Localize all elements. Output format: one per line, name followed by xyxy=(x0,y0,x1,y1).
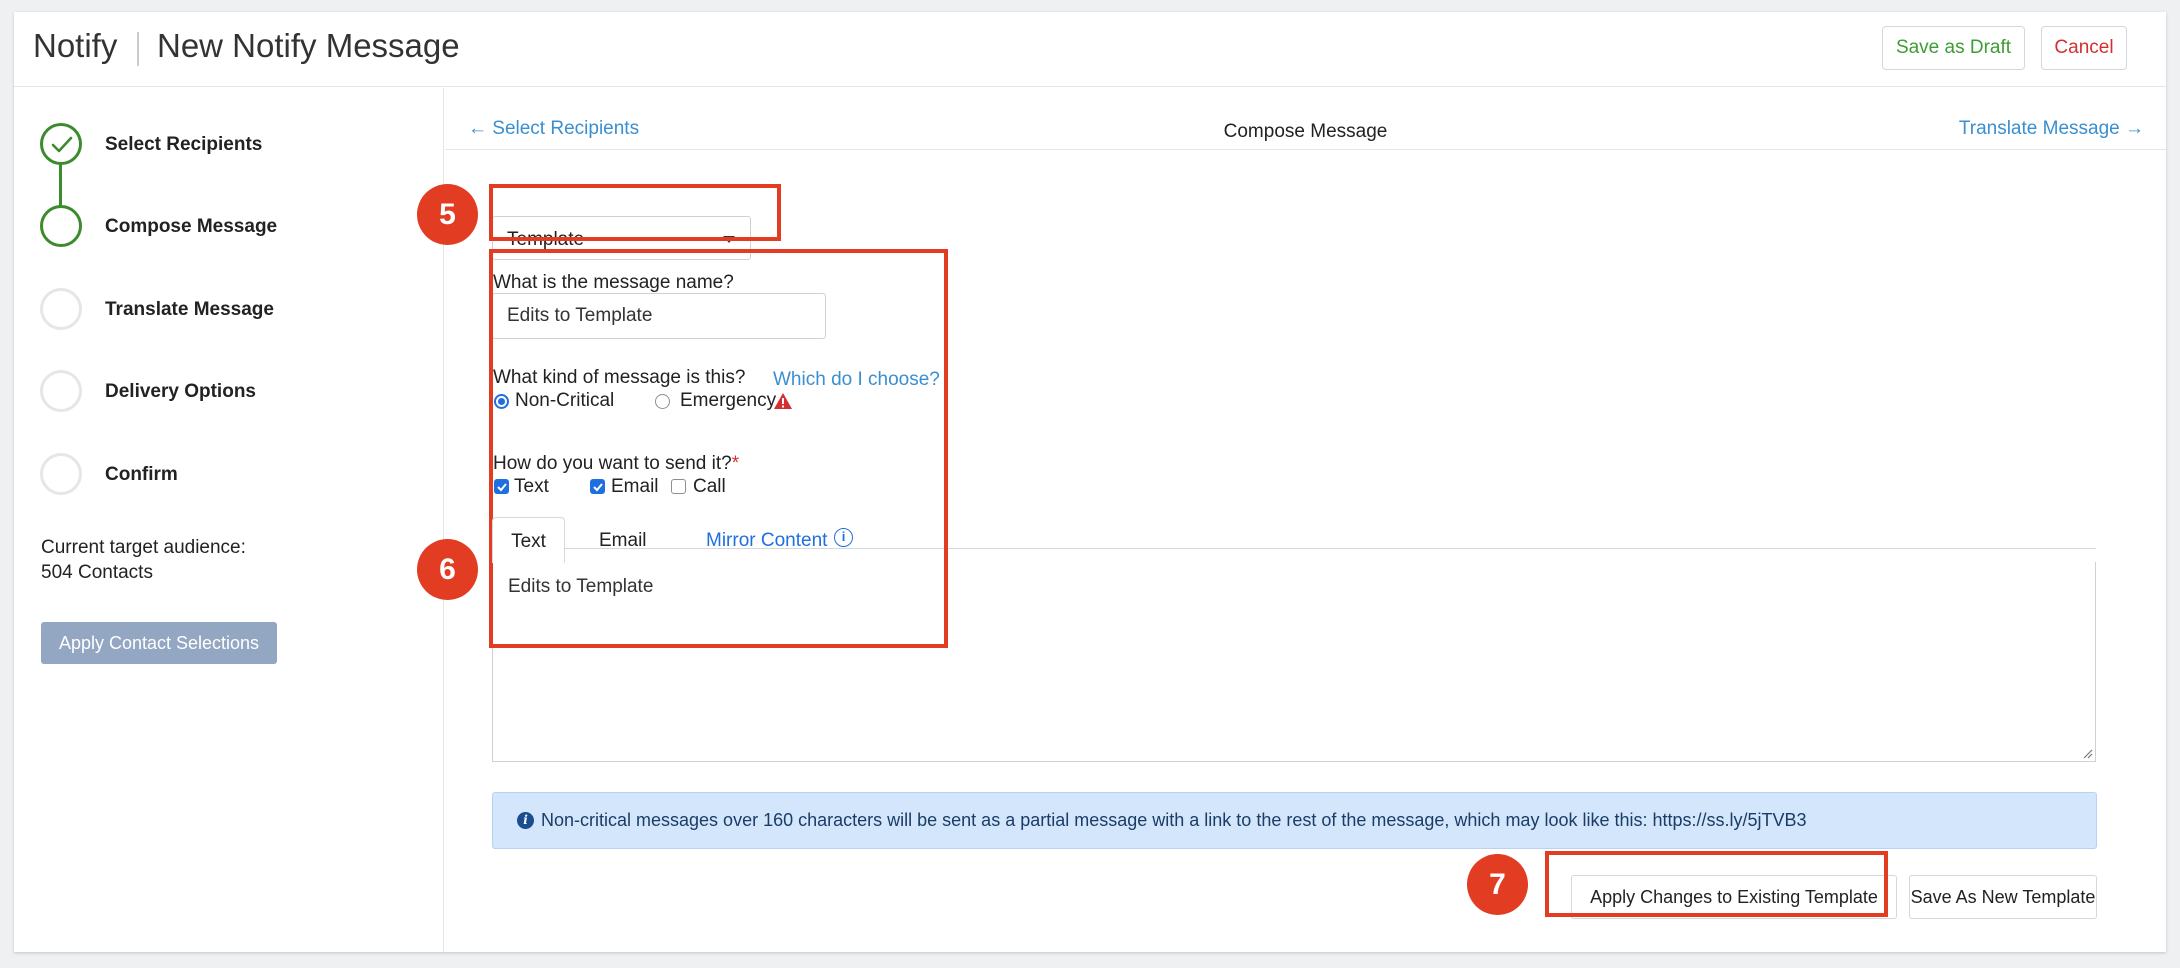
message-body-text: Edits to Template xyxy=(508,576,654,597)
step-pending-circle xyxy=(40,370,82,412)
step-label: Translate Message xyxy=(105,299,274,320)
step-pending-circle xyxy=(40,288,82,330)
email-checkbox-label: Email xyxy=(611,476,659,497)
main-card: Notify New Notify Message Save as Draft … xyxy=(14,12,2166,952)
which-do-i-choose-link[interactable]: Which do I choose? xyxy=(773,369,940,391)
compose-panel: ← Select Recipients Compose Message Tran… xyxy=(445,88,2166,952)
save-as-new-template-button[interactable]: Save As New Template xyxy=(1909,875,2097,919)
step-translate-message[interactable]: Translate Message xyxy=(40,288,440,330)
message-name-input[interactable] xyxy=(492,293,826,339)
check-icon xyxy=(51,136,73,153)
app-name: Notify xyxy=(33,27,118,64)
alert-text: Non-critical messages over 160 character… xyxy=(541,810,1807,830)
resize-handle-icon[interactable] xyxy=(2081,747,2093,759)
audience-label: Current target audience: xyxy=(41,537,246,558)
warning-icon xyxy=(774,393,792,409)
call-checkbox[interactable] xyxy=(671,479,686,494)
call-checkbox-label: Call xyxy=(693,476,726,497)
message-name-label: What is the message name? xyxy=(493,272,734,293)
current-step-title: Compose Message xyxy=(1223,121,1388,142)
emergency-radio[interactable] xyxy=(655,394,670,409)
cancel-button[interactable]: Cancel xyxy=(2041,26,2127,70)
send-method-text: How do you want to send it? xyxy=(493,453,732,474)
tab-email[interactable]: Email xyxy=(599,517,647,563)
sidebar: Select Recipients Compose Message Transl… xyxy=(14,88,444,952)
step-badge-6: 6 xyxy=(417,539,478,600)
message-body-textarea[interactable]: Edits to Template xyxy=(492,562,2096,762)
send-method-label: How do you want to send it?* xyxy=(493,453,739,475)
character-limit-alert: i Non-critical messages over 160 charact… xyxy=(492,792,2097,849)
next-translate-message-link[interactable]: Translate Message → xyxy=(1959,118,2144,140)
text-checkbox[interactable] xyxy=(494,479,509,494)
step-select-recipients[interactable]: Select Recipients xyxy=(40,123,440,165)
email-checkbox[interactable] xyxy=(590,479,605,494)
caret-down-icon xyxy=(723,236,735,243)
step-label: Delivery Options xyxy=(105,381,256,402)
header-divider xyxy=(137,32,139,66)
non-critical-radio[interactable] xyxy=(494,394,509,409)
step-delivery-options[interactable]: Delivery Options xyxy=(40,370,440,412)
audience-count: 504 Contacts xyxy=(41,562,153,583)
mirror-content-link[interactable]: Mirror Content xyxy=(706,517,827,563)
required-marker: * xyxy=(731,453,740,474)
message-type-value: Template xyxy=(507,229,585,250)
checkmark-icon xyxy=(593,483,603,492)
message-kind-label: What kind of message is this? xyxy=(493,367,746,388)
step-navigation: ← Select Recipients Compose Message Tran… xyxy=(445,88,2166,150)
step-active-circle xyxy=(40,205,82,247)
tab-text[interactable]: Text xyxy=(492,517,565,563)
step-pending-circle xyxy=(40,453,82,495)
step-label: Select Recipients xyxy=(105,134,263,155)
message-type-select[interactable]: Template xyxy=(492,216,751,260)
step-label: Compose Message xyxy=(105,216,278,237)
step-complete-circle xyxy=(40,123,82,165)
info-icon: i xyxy=(517,812,534,829)
step-badge-5: 5 xyxy=(417,184,478,245)
step-confirm[interactable]: Confirm xyxy=(40,453,440,495)
header: Notify New Notify Message Save as Draft … xyxy=(14,12,2166,87)
emergency-label: Emergency xyxy=(680,390,777,411)
page-title: New Notify Message xyxy=(157,27,460,64)
step-badge-7: 7 xyxy=(1467,854,1528,915)
non-critical-label: Non-Critical xyxy=(515,390,615,411)
step-label: Confirm xyxy=(105,464,178,485)
step-compose-message[interactable]: Compose Message xyxy=(40,205,440,247)
text-checkbox-label: Text xyxy=(514,476,549,497)
apply-changes-to-existing-template-button[interactable]: Apply Changes to Existing Template xyxy=(1571,875,1897,919)
info-icon[interactable]: i xyxy=(834,528,853,547)
save-as-draft-button[interactable]: Save as Draft xyxy=(1882,26,2025,70)
apply-contact-selections-button[interactable]: Apply Contact Selections xyxy=(41,622,277,664)
checkmark-icon xyxy=(497,483,507,492)
